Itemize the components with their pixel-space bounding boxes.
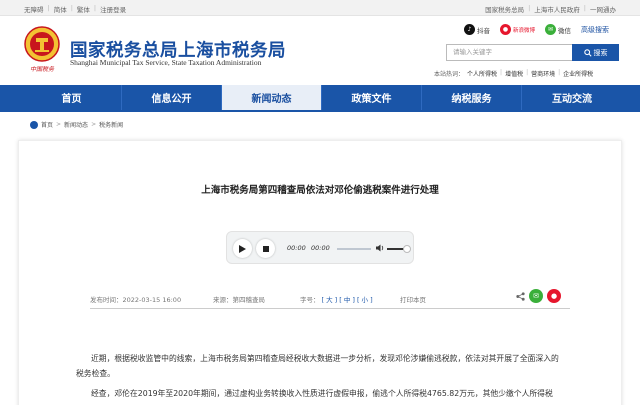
audio-player: 00:00 00:00 bbox=[226, 231, 414, 264]
separator: | bbox=[583, 4, 586, 12]
share-icon[interactable] bbox=[516, 291, 525, 301]
one-net-service-link[interactable]: 一网通办 bbox=[590, 4, 616, 14]
hot-words: 本站热词： 个人所得税 | 增值税 | 营商环境 | 企业所得税 bbox=[434, 69, 593, 78]
top-utility-bar: 无障碍 | 简体 | 繁体 | 注册登录 国家税务总局 | 上海市人民政府 | … bbox=[0, 0, 640, 16]
location-icon bbox=[30, 120, 38, 129]
hot-word-item[interactable]: 营商环境 bbox=[531, 69, 555, 78]
sta-link[interactable]: 国家税务总局 bbox=[485, 4, 524, 14]
breadcrumb-separator: > bbox=[56, 121, 62, 128]
meta-divider bbox=[90, 308, 570, 309]
shanghai-gov-link[interactable]: 上海市人民政府 bbox=[534, 4, 580, 14]
hot-word-item[interactable]: 个人所得税 bbox=[467, 69, 497, 78]
article-title: 上海市税务局第四稽查局依法对邓伦偷逃税案件进行处理 bbox=[201, 185, 439, 196]
font-size-large[interactable]: [ 大 ] bbox=[322, 294, 338, 304]
separator: | bbox=[47, 4, 50, 12]
separator: | bbox=[526, 69, 529, 76]
breadcrumb-tax-news[interactable]: 税务新闻 bbox=[99, 120, 123, 129]
publish-time: 发布时间：2022-03-15 16:00 bbox=[90, 296, 182, 304]
progress-track[interactable] bbox=[337, 248, 371, 250]
article-paragraph: 近期，根据税收监管中的线索，上海市税务局第四稽查局经税收大数据进一步分析，发现邓… bbox=[76, 354, 559, 378]
topbar-left-links: 无障碍 | 简体 | 繁体 | 注册登录 bbox=[24, 4, 126, 14]
nav-item-news[interactable]: 新闻动态 bbox=[222, 85, 322, 110]
current-time: 00:00 bbox=[287, 244, 306, 252]
font-size-label: 字号： bbox=[300, 296, 320, 304]
volume-knob[interactable] bbox=[403, 245, 411, 253]
register-login-link[interactable]: 注册登录 bbox=[100, 4, 126, 14]
separator: | bbox=[70, 4, 73, 12]
hot-word-item[interactable]: 增值税 bbox=[505, 69, 523, 78]
social-links: ♪ 抖音 ● 新浪微博 ✉ 微信 高级搜索 bbox=[464, 24, 609, 35]
weibo-link[interactable]: ● 新浪微博 bbox=[500, 24, 535, 35]
hot-words-label: 本站热词： bbox=[434, 71, 465, 78]
tax-emblem-icon[interactable] bbox=[24, 26, 60, 62]
accessibility-link[interactable]: 无障碍 bbox=[24, 4, 44, 14]
site-subtitle: Shanghai Municipal Tax Service, State Ta… bbox=[70, 58, 262, 67]
emblem-caption: 中国税务 bbox=[29, 66, 54, 73]
weibo-icon: ● bbox=[500, 24, 511, 35]
douyin-link[interactable]: ♪ 抖音 bbox=[464, 24, 490, 35]
weibo-label: 新浪微博 bbox=[513, 27, 536, 34]
stop-button[interactable] bbox=[256, 239, 275, 258]
print-page-link[interactable]: 打印本页 bbox=[400, 294, 426, 304]
share-links: ✉ ● bbox=[516, 289, 561, 303]
nav-item-home[interactable]: 首页 bbox=[22, 85, 122, 110]
site-header: 中国税务 国家税务总局上海市税务局 Shanghai Municipal Tax… bbox=[0, 16, 640, 85]
play-button[interactable] bbox=[233, 239, 252, 258]
search-button[interactable]: 搜索 bbox=[572, 44, 619, 61]
wechat-label: 微信 bbox=[558, 26, 572, 35]
share-weibo-icon[interactable]: ● bbox=[547, 289, 561, 303]
share-wechat-icon[interactable]: ✉ bbox=[529, 289, 543, 303]
separator: | bbox=[500, 69, 503, 76]
topbar-right-links: 国家税务总局 | 上海市人民政府 | 一网通办 bbox=[485, 4, 616, 14]
search-input[interactable]: 请输入关键字 bbox=[446, 44, 572, 61]
simplified-chinese-link[interactable]: 简体 bbox=[54, 4, 67, 14]
font-size-medium[interactable]: [ 中 ] bbox=[339, 294, 355, 304]
breadcrumb-news[interactable]: 新闻动态 bbox=[64, 120, 88, 129]
advanced-search-link[interactable]: 高级搜索 bbox=[581, 25, 609, 35]
search-icon bbox=[583, 48, 592, 57]
duration: 00:00 bbox=[311, 244, 330, 252]
nav-underline bbox=[0, 110, 640, 112]
stop-icon bbox=[262, 245, 269, 252]
hot-word-item[interactable]: 企业所得税 bbox=[563, 69, 593, 78]
nav-item-info-disclosure[interactable]: 信息公开 bbox=[122, 85, 222, 110]
separator: | bbox=[93, 4, 97, 12]
search-box: 请输入关键字 搜索 bbox=[446, 44, 619, 61]
wechat-link[interactable]: ✉ 微信 bbox=[545, 24, 571, 35]
volume-icon[interactable] bbox=[375, 243, 385, 253]
traditional-chinese-link[interactable]: 繁体 bbox=[77, 4, 90, 14]
douyin-label: 抖音 bbox=[477, 26, 490, 35]
search-button-label: 搜索 bbox=[593, 48, 608, 57]
article-source: 来源：第四稽查局 bbox=[213, 296, 265, 304]
play-icon bbox=[239, 244, 246, 253]
breadcrumb-separator: > bbox=[91, 121, 97, 128]
douyin-icon: ♪ bbox=[464, 24, 475, 35]
nav-item-policy-docs[interactable]: 政策文件 bbox=[322, 85, 422, 110]
article-paragraph: 经查，邓伦在2019年至2020年期间，通过虚构业务转换收入性质进行虚假申报，偷… bbox=[91, 389, 553, 398]
main-nav: 首页 信息公开 新闻动态 政策文件 纳税服务 互动交流 bbox=[0, 85, 640, 110]
separator: | bbox=[528, 4, 531, 12]
font-size-small[interactable]: [ 小 ] bbox=[357, 294, 373, 304]
font-size-control: 字号： [ 大 ] [ 中 ] [ 小 ] bbox=[300, 294, 373, 304]
nav-item-tax-service[interactable]: 纳税服务 bbox=[422, 85, 522, 110]
wechat-icon: ✉ bbox=[545, 24, 557, 35]
nav-item-interaction[interactable]: 互动交流 bbox=[522, 85, 622, 110]
breadcrumb: 首页 > 新闻动态 > 税务新闻 bbox=[30, 120, 123, 129]
separator: | bbox=[558, 69, 561, 76]
breadcrumb-home[interactable]: 首页 bbox=[41, 120, 53, 129]
